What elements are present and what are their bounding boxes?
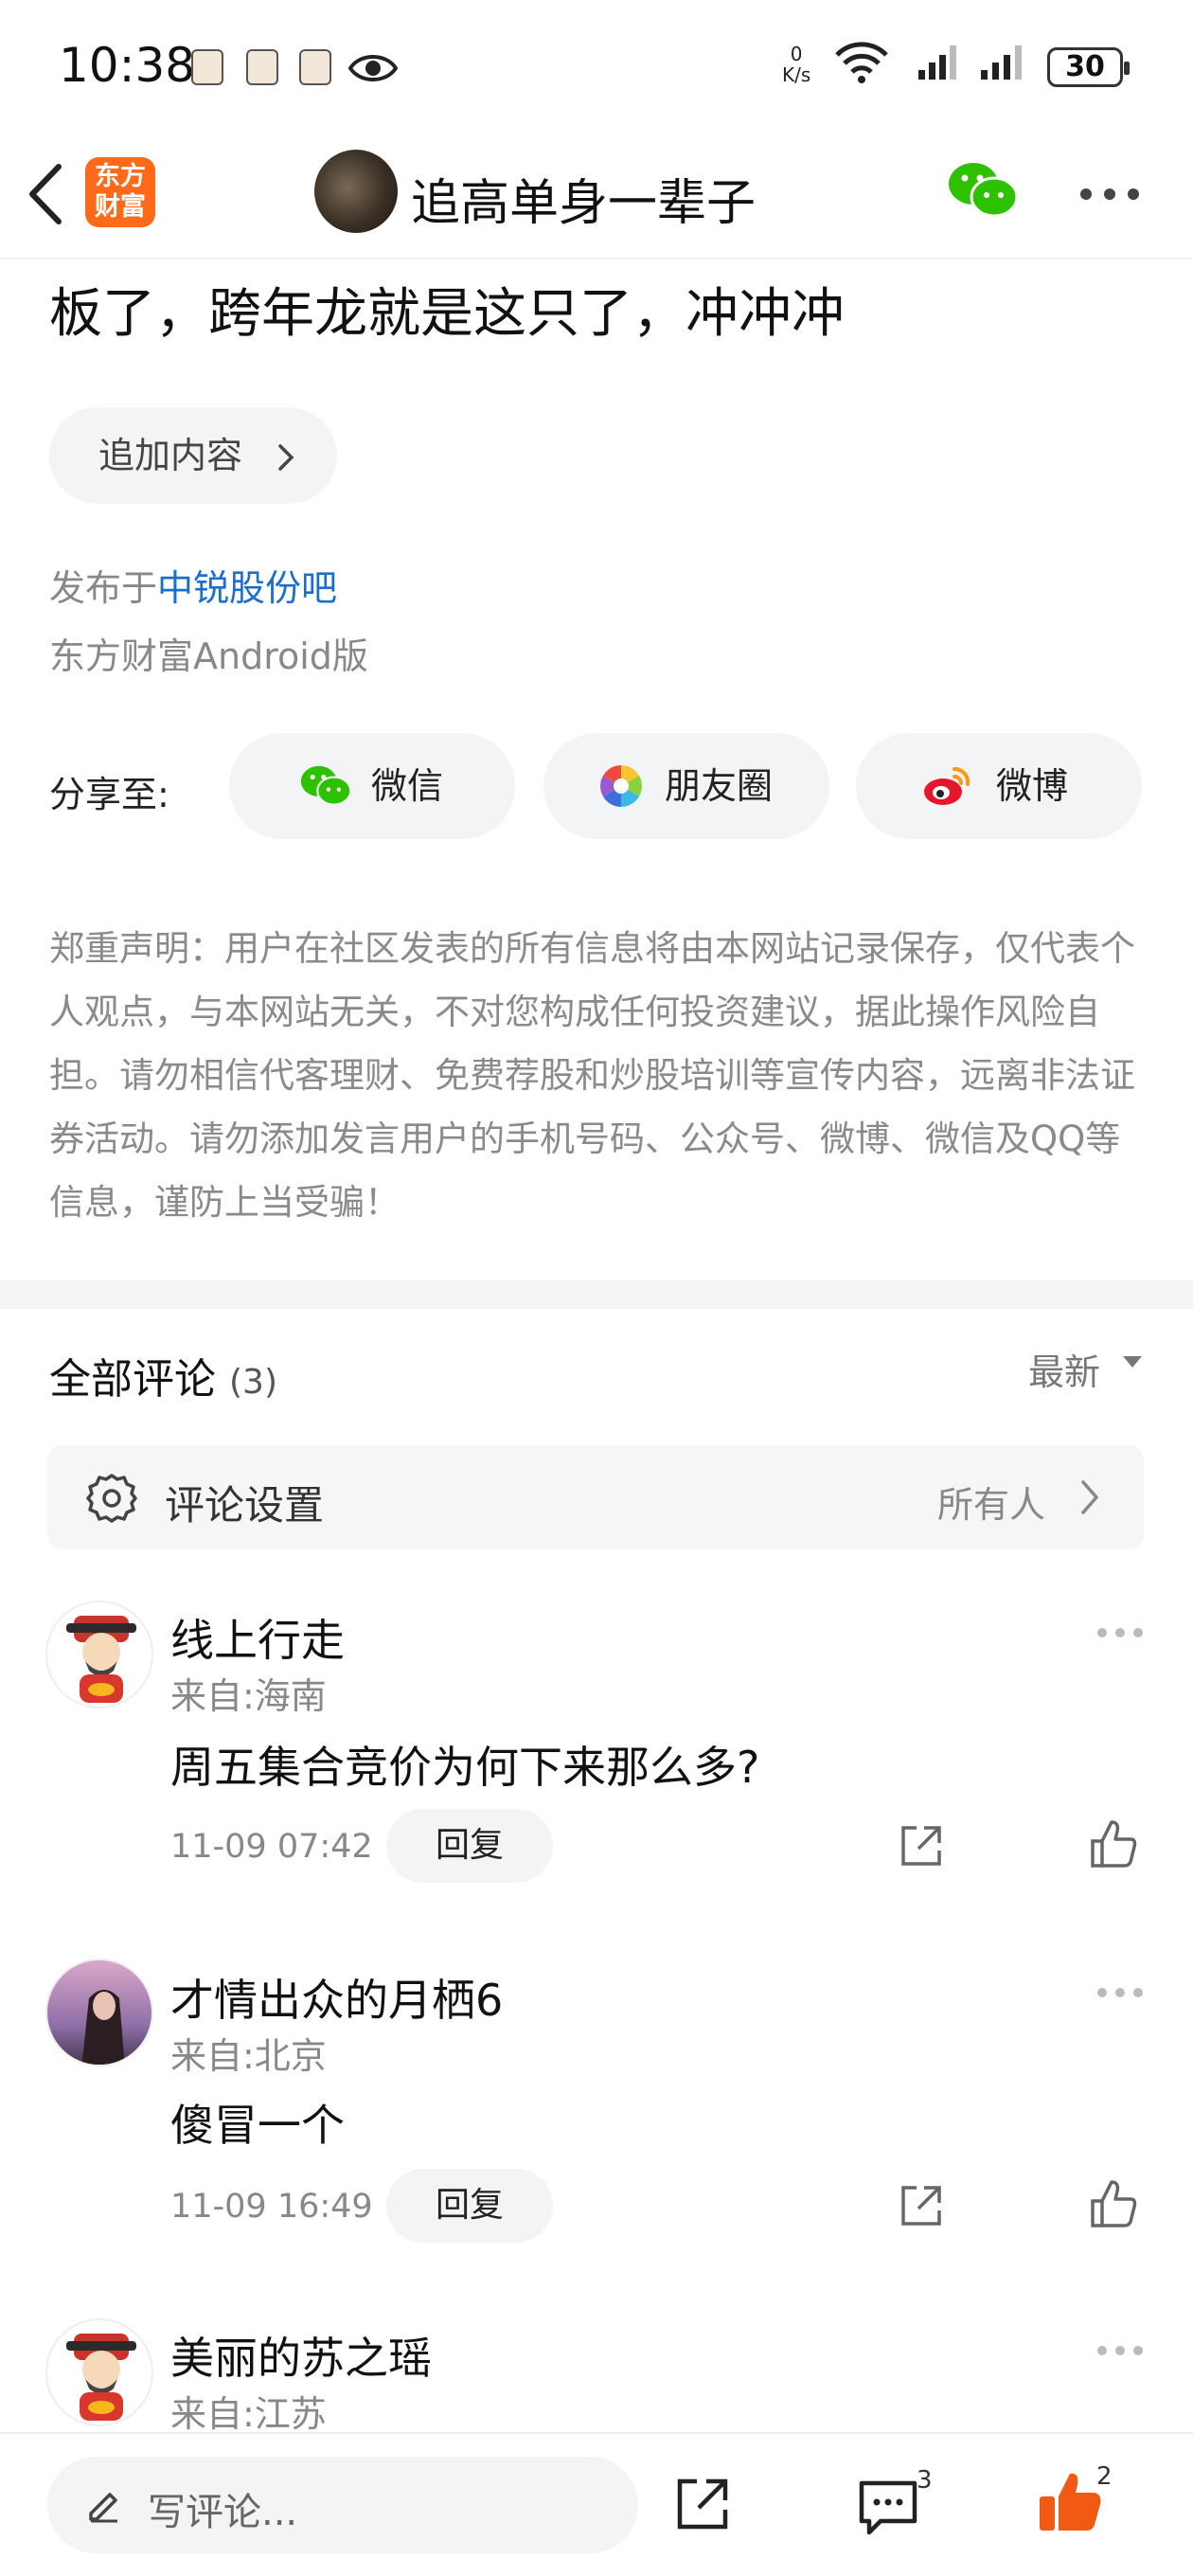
comment-settings-value: 所有人 [936, 1484, 1045, 1526]
notification-app-icon [246, 49, 278, 85]
share-wechat-label: 微信 [371, 765, 444, 807]
comments-count: (3) [229, 1363, 277, 1402]
network-speed: 0 K/s [782, 43, 811, 86]
commenter-avatar[interactable] [45, 1601, 153, 1708]
thumbs-up-icon[interactable] [1089, 1818, 1138, 1869]
comment-more-icon[interactable] [1096, 1627, 1144, 1638]
write-comment-placeholder: 写评论... [148, 2491, 298, 2534]
share-icon[interactable] [674, 2476, 731, 2532]
comment-text: 周五集合竞价为何下来那么多? [170, 1742, 760, 1793]
reply-button[interactable]: 回复 [386, 2169, 553, 2243]
share-wechat-button[interactable]: 微信 [229, 733, 515, 839]
weibo-icon [924, 766, 970, 805]
published-in: 发布于中锐股份吧 [49, 567, 338, 609]
comment-settings-label: 评论设置 [165, 1482, 325, 1529]
signal-icon [918, 45, 956, 80]
reply-button[interactable]: 回复 [386, 1809, 553, 1883]
more-icon[interactable] [1079, 188, 1140, 201]
app-logo[interactable]: 东方 财富 [85, 157, 155, 227]
disclaimer-text: 郑重声明：用户在社区发表的所有信息将由本网站记录保存，仅代表个人观点，与本网站无… [49, 928, 1135, 1223]
comment-time: 11-09 16:49 [170, 2188, 373, 2226]
notification-app-icon [191, 49, 223, 85]
status-time: 10:38 [59, 38, 196, 93]
share-icon[interactable] [898, 2182, 945, 2229]
commenter-avatar[interactable] [45, 1959, 153, 2066]
share-label: 分享至: [49, 774, 169, 815]
wechat-icon [300, 765, 352, 806]
post-body-text: 板了，跨年龙就是这只了，冲冲冲 [49, 283, 845, 345]
write-comment-input[interactable]: 写评论... [47, 2457, 638, 2553]
wifi-icon [835, 42, 888, 83]
share-weibo-label: 微博 [996, 765, 1069, 807]
eye-icon [348, 55, 398, 81]
gear-icon [86, 1474, 137, 1523]
commenter-location: 来自:江苏 [170, 2393, 327, 2435]
caret-down-icon[interactable] [1121, 1354, 1144, 1369]
commenter-location: 来自:海南 [170, 1675, 327, 1717]
author-avatar[interactable] [314, 150, 398, 233]
thumbs-up-filled-icon[interactable] [1038, 2470, 1104, 2532]
nav-divider [0, 258, 1193, 259]
wechat-icon[interactable] [947, 159, 1019, 222]
commenter-name[interactable]: 美丽的苏之瑶 [170, 2324, 432, 2387]
commenter-name[interactable]: 才情出众的月栖6 [170, 1966, 503, 2029]
battery-indicator: 30 [1047, 47, 1130, 87]
comment-count-badge: 3 [917, 2466, 933, 2495]
commenter-location: 来自:北京 [170, 2035, 327, 2077]
chevron-right-icon [1081, 1480, 1099, 1514]
comment-icon[interactable] [858, 2479, 918, 2538]
notification-app-icon [299, 49, 331, 85]
comment-more-icon[interactable] [1096, 2345, 1144, 2356]
moments-icon [600, 765, 642, 807]
thumbs-up-icon[interactable] [1089, 2178, 1138, 2229]
author-name[interactable]: 追高单身一辈子 [411, 163, 756, 234]
comment-settings-row[interactable]: 评论设置 所有人 [47, 1445, 1144, 1549]
commenter-name[interactable]: 线上行走 [170, 1606, 345, 1669]
post-client: 东方财富Android版 [49, 635, 368, 677]
god-of-wealth-avatar-icon [66, 2334, 136, 2421]
sort-dropdown[interactable]: 最新 [1028, 1343, 1100, 1395]
commenter-avatar[interactable] [45, 2318, 153, 2426]
share-moments-label: 朋友圈 [665, 765, 774, 807]
photo-avatar-icon [47, 1960, 151, 2065]
comments-title: 全部评论 (3) [49, 1355, 277, 1404]
share-icon[interactable] [898, 1822, 945, 1869]
signal-icon [981, 45, 1022, 80]
share-moments-button[interactable]: 朋友圈 [543, 733, 829, 839]
like-count-badge: 2 [1096, 2462, 1113, 2491]
comment-more-icon[interactable] [1096, 1987, 1144, 1998]
section-divider [0, 1280, 1193, 1309]
comment-text: 傻冒一个 [170, 2100, 345, 2151]
god-of-wealth-avatar-icon [66, 1616, 136, 1703]
stock-bar-link[interactable]: 中锐股份吧 [157, 567, 337, 609]
chevron-right-icon [278, 444, 294, 471]
pencil-icon [89, 2493, 117, 2523]
share-weibo-button[interactable]: 微博 [856, 733, 1142, 839]
back-arrow-icon[interactable] [25, 161, 66, 227]
append-content-button[interactable]: 追加内容 [49, 407, 337, 504]
append-content-label: 追加内容 [98, 435, 243, 476]
comment-time: 11-09 07:42 [170, 1828, 373, 1866]
